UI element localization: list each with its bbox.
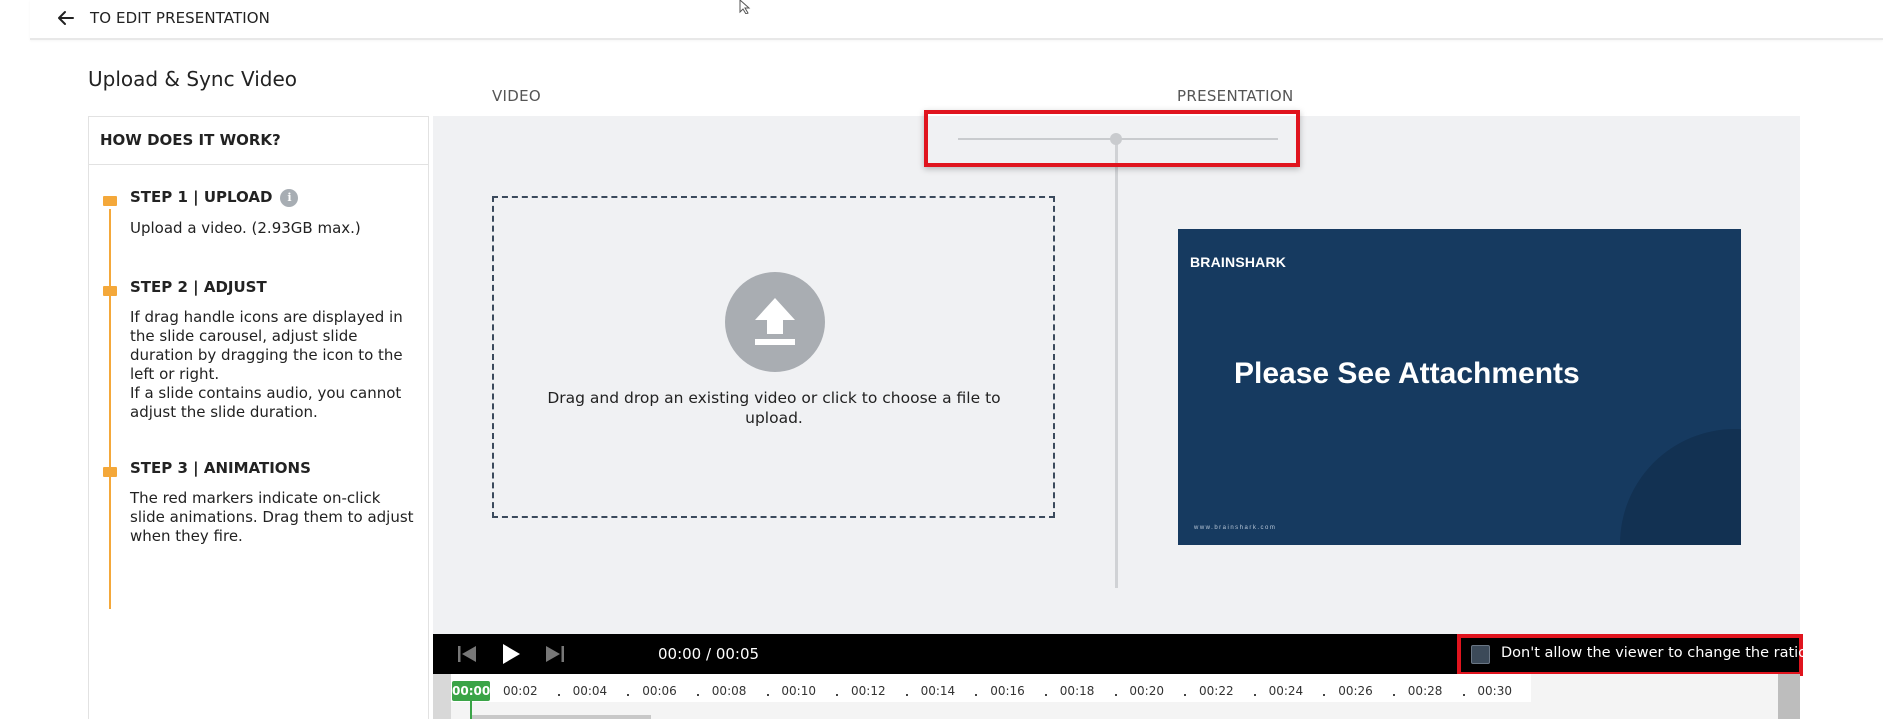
step-1-title: STEP 1 | UPLOAD i (130, 188, 299, 207)
step-3-body: The red markers indicate on-click slide … (130, 489, 414, 545)
timeline-tick-dot (557, 694, 560, 696)
step-2-body-note: If a slide contains audio, you cannot ad… (130, 384, 402, 421)
presentation-slide-preview: BRAINSHARK Please See Attachments www.br… (1178, 229, 1741, 545)
timeline-tick-dot (697, 694, 699, 696)
ratio-slider[interactable] (924, 110, 1300, 167)
timeline-tick-label: 00:06 (642, 684, 677, 698)
timeline-tick-dot (905, 694, 908, 696)
slide-logo: BRAINSHARK (1190, 254, 1287, 270)
timeline-tick-label: 00:18 (1059, 684, 1095, 698)
timeline-tick-dot (1114, 694, 1117, 696)
play-icon[interactable] (499, 643, 523, 665)
step-2-marker (103, 286, 117, 296)
playback-time: 00:00 / 00:05 (658, 645, 760, 663)
slide-title: Please See Attachments (1234, 357, 1580, 390)
ratio-divider-line[interactable] (1115, 140, 1118, 588)
timeline-video-strip[interactable] (471, 715, 651, 719)
timeline-scrollbar[interactable] (1778, 674, 1800, 719)
step-2-title: STEP 2 | ADJUST (130, 278, 267, 296)
timeline-tick-dot (975, 694, 978, 696)
step-2-body: If drag handle icons are displayed in th… (130, 308, 403, 383)
mouse-cursor-icon (739, 0, 751, 14)
top-bar: TO EDIT PRESENTATION (30, 0, 1883, 40)
timeline-tick-dot (766, 694, 769, 696)
ratio-slider-handle[interactable] (1110, 133, 1122, 145)
how-it-works-panel: HOW DOES IT WORK? STEP 1 | UPLOAD i Uploa… (88, 116, 429, 719)
step-3-marker (103, 467, 117, 477)
presentation-column-label: PRESENTATION (1177, 87, 1294, 105)
timeline[interactable]: 00:02 00:04 00:06 00:08 00:10 00:12 00:14 00:16… (433, 674, 1800, 719)
slide-decorative-arc (1620, 429, 1741, 545)
timeline-tick-dot (1045, 694, 1047, 696)
timeline-tick-label: 00:16 (990, 684, 1025, 698)
info-icon[interactable]: i (280, 189, 299, 207)
timeline-tick-dot (836, 694, 839, 696)
timeline-tick-label: 00:04 (572, 684, 608, 698)
step-1-body: Upload a video. (2.93GB max.) (130, 219, 361, 237)
timeline-tick-label: 00:08 (711, 684, 747, 698)
lock-ratio-toggle[interactable]: Don't allow the viewer to change the rat… (1457, 634, 1811, 676)
back-to-edit-link[interactable]: TO EDIT PRESENTATION (90, 9, 270, 27)
step-1-marker (103, 196, 117, 206)
timeline-tick-dot (1393, 694, 1395, 696)
timeline-tick-label: 00:02 (503, 684, 538, 698)
dropzone-instructions: Drag and drop an existing video or click… (547, 389, 1001, 427)
skip-next-icon[interactable] (543, 643, 567, 665)
skip-previous-icon[interactable] (455, 643, 479, 665)
timeline-tick-label: 00:10 (781, 684, 816, 698)
timeline-tick-label: 00:22 (1199, 684, 1234, 698)
timeline-tick-label: 00:20 (1129, 684, 1164, 698)
how-it-works-heading: HOW DOES IT WORK? (89, 117, 428, 165)
playhead-time[interactable]: 00:00 (452, 681, 490, 701)
timeline-tick-label: 00:26 (1338, 684, 1373, 698)
timeline-tick-dot (1253, 694, 1256, 696)
timeline-ruler[interactable]: 00:02 00:04 00:06 00:08 00:10 00:12 00:14 00:16… (451, 674, 1531, 702)
lock-ratio-label[interactable]: Don't allow the viewer to change the rat… (1501, 645, 1811, 661)
timeline-tick-dot (627, 694, 630, 696)
timeline-tick-label: 00:30 (1477, 684, 1512, 698)
steps-progress-line (109, 209, 111, 609)
timeline-tick-dot (1184, 694, 1187, 696)
playhead-line[interactable] (470, 699, 472, 719)
video-dropzone[interactable]: Drag and drop an existing video or click… (492, 196, 1055, 518)
timeline-tick-label: 00:28 (1407, 684, 1443, 698)
video-column-label: VIDEO (492, 87, 542, 105)
page-title: Upload & Sync Video (88, 67, 297, 91)
slide-url: www.brainshark.com (1194, 525, 1277, 531)
timeline-tick-label: 00:24 (1268, 684, 1304, 698)
step-3-title: STEP 3 | ANIMATIONS (130, 459, 311, 477)
lock-ratio-checkbox[interactable] (1471, 645, 1490, 664)
timeline-tick-dot (1323, 694, 1326, 696)
upload-icon[interactable] (725, 272, 825, 372)
timeline-tick-label: 00:14 (920, 684, 956, 698)
step-1-title-text: STEP 1 | UPLOAD (130, 188, 273, 206)
timeline-left-gutter (433, 674, 451, 719)
back-arrow-icon[interactable] (56, 8, 76, 28)
timeline-tick-label: 00:12 (851, 684, 886, 698)
timeline-tick-dot (1462, 694, 1465, 696)
